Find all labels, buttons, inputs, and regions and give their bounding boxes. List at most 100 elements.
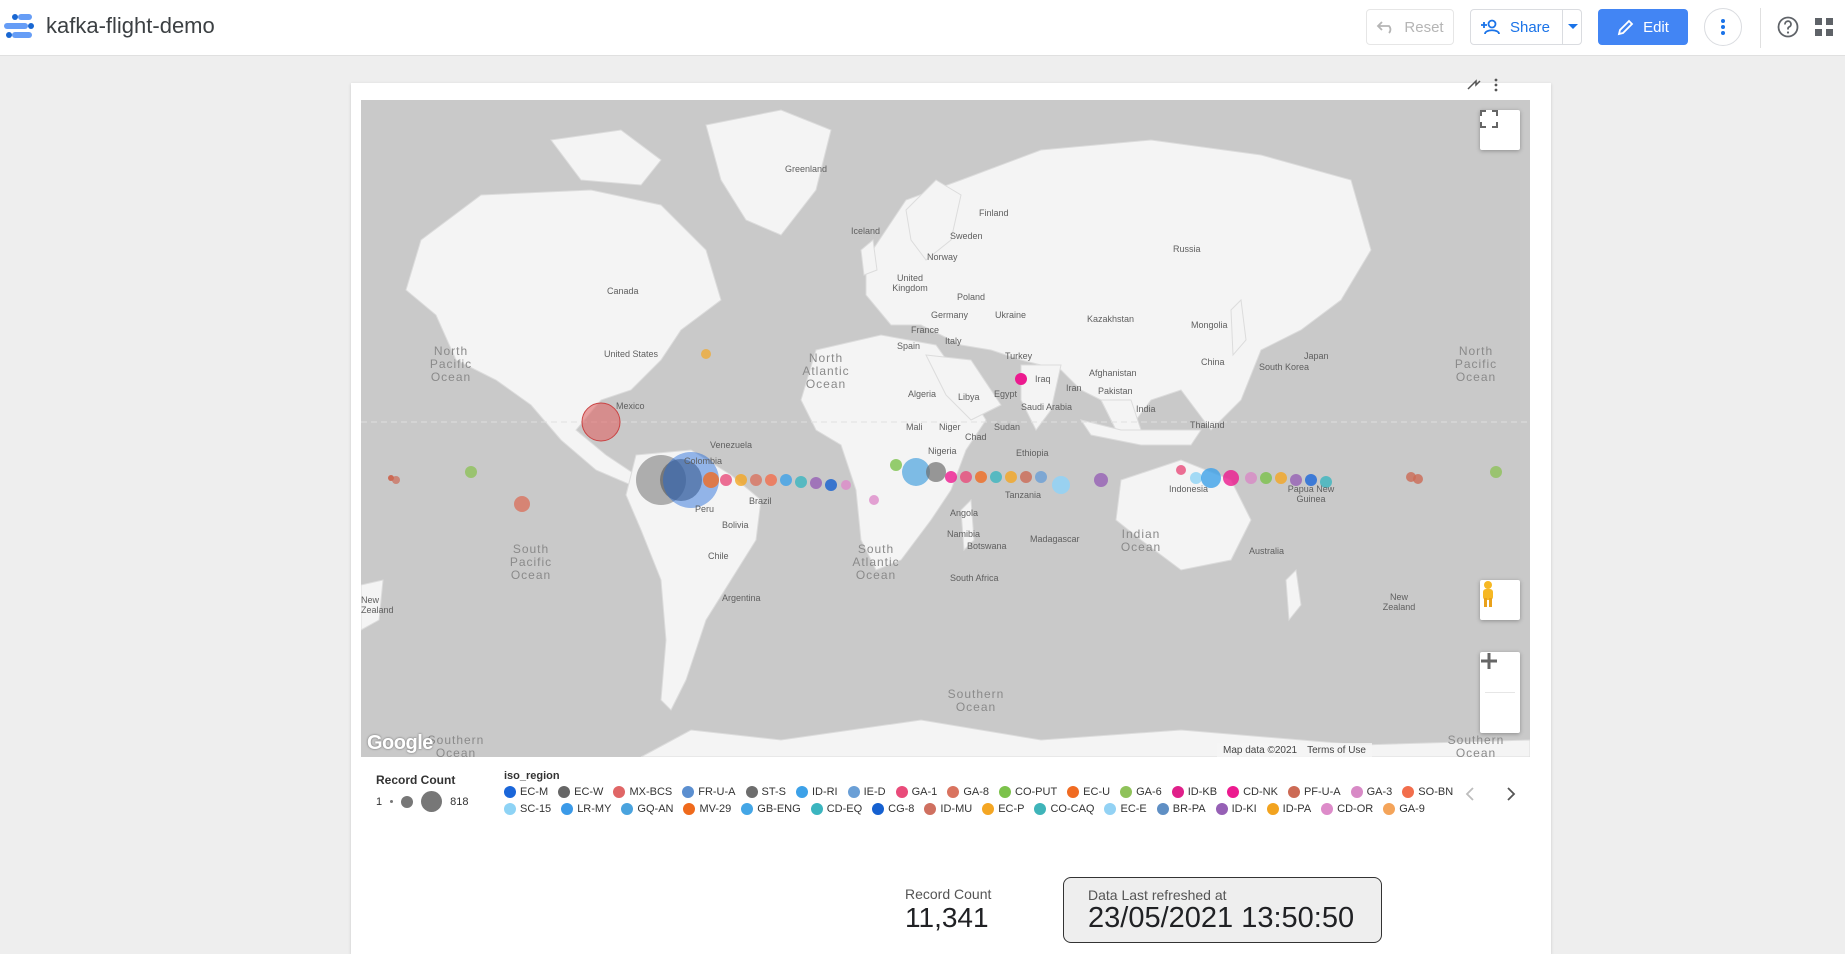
legend-label: EC-E: [1120, 803, 1147, 815]
legend-label: GQ-AN: [637, 803, 674, 815]
ocean-label: North Atlantic Ocean: [802, 351, 850, 391]
legend-item[interactable]: GA-8: [947, 786, 989, 798]
legend-item[interactable]: SO-BN: [1402, 786, 1453, 798]
legend-swatch-icon: [558, 786, 571, 798]
ocean-label: South Pacific Ocean: [509, 542, 553, 582]
legend-item[interactable]: PF-U-A: [1287, 786, 1341, 798]
legend-item[interactable]: GA-3: [1350, 786, 1392, 798]
terms-of-use-link[interactable]: Terms of Use: [1307, 745, 1366, 756]
map-label: Poland: [957, 292, 986, 302]
reset-label: Reset: [1404, 18, 1444, 36]
map-label: Sweden: [950, 231, 983, 241]
fullscreen-button[interactable]: [1480, 110, 1520, 150]
map-label: United States: [604, 349, 659, 359]
map-label: Australia: [1249, 546, 1285, 556]
minus-icon: [1481, 659, 1497, 663]
add-person-icon: [1480, 19, 1500, 35]
legend-item[interactable]: IE-D: [847, 786, 886, 798]
map-data-credit[interactable]: Map data ©2021: [1223, 745, 1297, 756]
map-label: Indonesia: [1169, 484, 1209, 494]
legend-label: GA-6: [1136, 786, 1162, 798]
legend-label: EC-U: [1083, 786, 1111, 798]
map-label: Bolivia: [722, 520, 749, 530]
map-label: Libya: [958, 392, 980, 402]
legend-item[interactable]: ST-S: [745, 786, 786, 798]
legend-swatch-icon: [1104, 803, 1117, 815]
legend-swatch-icon: [847, 786, 860, 798]
legend-item[interactable]: CO-CAQ: [1034, 803, 1094, 815]
record-count-label: Record Count: [905, 886, 992, 902]
legend-label: ID-RI: [811, 786, 838, 798]
top-bar: kafka-flight-demo Reset Share Edit: [0, 0, 1845, 56]
zoom-out-button[interactable]: [1480, 659, 1520, 733]
legend-item[interactable]: CD-EQ: [810, 803, 862, 815]
legend-label: EC-W: [574, 786, 604, 798]
legend-swatch-icon: [1171, 786, 1184, 798]
legend-label: ID-MU: [940, 803, 973, 815]
legend-item[interactable]: SC-15: [504, 803, 551, 815]
legend-swatch-icon: [682, 786, 695, 798]
legend-item[interactable]: ID-MU: [924, 803, 972, 815]
map-label: Angola: [950, 508, 979, 518]
bubble-map[interactable]: Greenland Iceland Finland Sweden Norway …: [361, 100, 1530, 757]
report-title[interactable]: kafka-flight-demo: [46, 13, 215, 39]
legend-item[interactable]: ID-KI: [1215, 803, 1257, 815]
map-label: Chile: [708, 551, 729, 561]
help-icon[interactable]: [1776, 15, 1800, 39]
legend-label: GB-ENG: [757, 803, 801, 815]
undo-icon: [1377, 21, 1392, 34]
legend-item[interactable]: GA-9: [1383, 803, 1425, 815]
google-logo[interactable]: Google: [367, 732, 433, 755]
more-options-button[interactable]: [1704, 8, 1742, 46]
toolbar-divider: [1760, 8, 1761, 48]
legend-item[interactable]: BR-PA: [1156, 803, 1206, 815]
legend-item[interactable]: EC-E: [1104, 803, 1147, 815]
apps-grid-icon[interactable]: [1815, 18, 1833, 36]
legend-item[interactable]: GA-1: [895, 786, 937, 798]
legend-label: FR-U-A: [698, 786, 736, 798]
legend-next-icon[interactable]: [1503, 786, 1519, 802]
legend-item[interactable]: ID-RI: [795, 786, 838, 798]
legend-item[interactable]: FR-U-A: [682, 786, 736, 798]
legend-item[interactable]: GQ-AN: [621, 803, 673, 815]
map-label: Algeria: [908, 389, 937, 399]
legend-label: SC-15: [520, 803, 552, 815]
street-view-pegman[interactable]: [1480, 580, 1520, 620]
legend-swatch-icon: [872, 803, 885, 815]
legend-item[interactable]: ID-KB: [1171, 786, 1217, 798]
chart-menu-icons[interactable]: [1466, 77, 1506, 93]
pegman-icon: [1483, 581, 1493, 607]
legend-item[interactable]: ID-PA: [1266, 803, 1311, 815]
ocean-label: Southern Ocean: [947, 687, 1005, 714]
legend-item[interactable]: CD-NK: [1227, 786, 1278, 798]
reset-button[interactable]: Reset: [1366, 9, 1454, 45]
legend-item[interactable]: GA-6: [1120, 786, 1162, 798]
legend-item[interactable]: EC-W: [558, 786, 603, 798]
legend-item[interactable]: CG-8: [872, 803, 914, 815]
map-label: New Zealand: [361, 595, 394, 615]
legend-item[interactable]: MX-BCS: [613, 786, 672, 798]
legend-label: SO-BN: [1418, 786, 1454, 798]
legend-label: IE-D: [863, 786, 886, 798]
map-label: South Korea: [1259, 362, 1310, 372]
color-legend-row-2: SC-15 LR-MY GQ-AN MV-29 GB-ENG CD-EQ CG-8 ID-MU…: [504, 803, 1425, 815]
share-options-dropdown[interactable]: [1562, 9, 1582, 45]
legend-swatch-icon: [1120, 786, 1133, 798]
legend-item[interactable]: CD-OR: [1321, 803, 1373, 815]
legend-item[interactable]: EC-U: [1067, 786, 1110, 798]
edit-button[interactable]: Edit: [1598, 9, 1688, 45]
legend-item[interactable]: LR-MY: [561, 803, 611, 815]
legend-item[interactable]: EC-M: [504, 786, 548, 798]
legend-swatch-icon: [1227, 786, 1240, 798]
map-label: Venezuela: [710, 440, 753, 450]
map-label: France: [911, 325, 940, 335]
map-label: Chad: [965, 432, 987, 442]
legend-prev-icon[interactable]: [1462, 786, 1478, 802]
map-label: United Kingdom: [892, 273, 928, 293]
legend-item[interactable]: EC-P: [982, 803, 1024, 815]
legend-item[interactable]: GB-ENG: [741, 803, 801, 815]
legend-item[interactable]: MV-29: [683, 803, 731, 815]
legend-swatch-icon: [1350, 786, 1363, 798]
legend-swatch-icon: [999, 786, 1011, 798]
legend-item[interactable]: CO-PUT: [999, 786, 1057, 798]
